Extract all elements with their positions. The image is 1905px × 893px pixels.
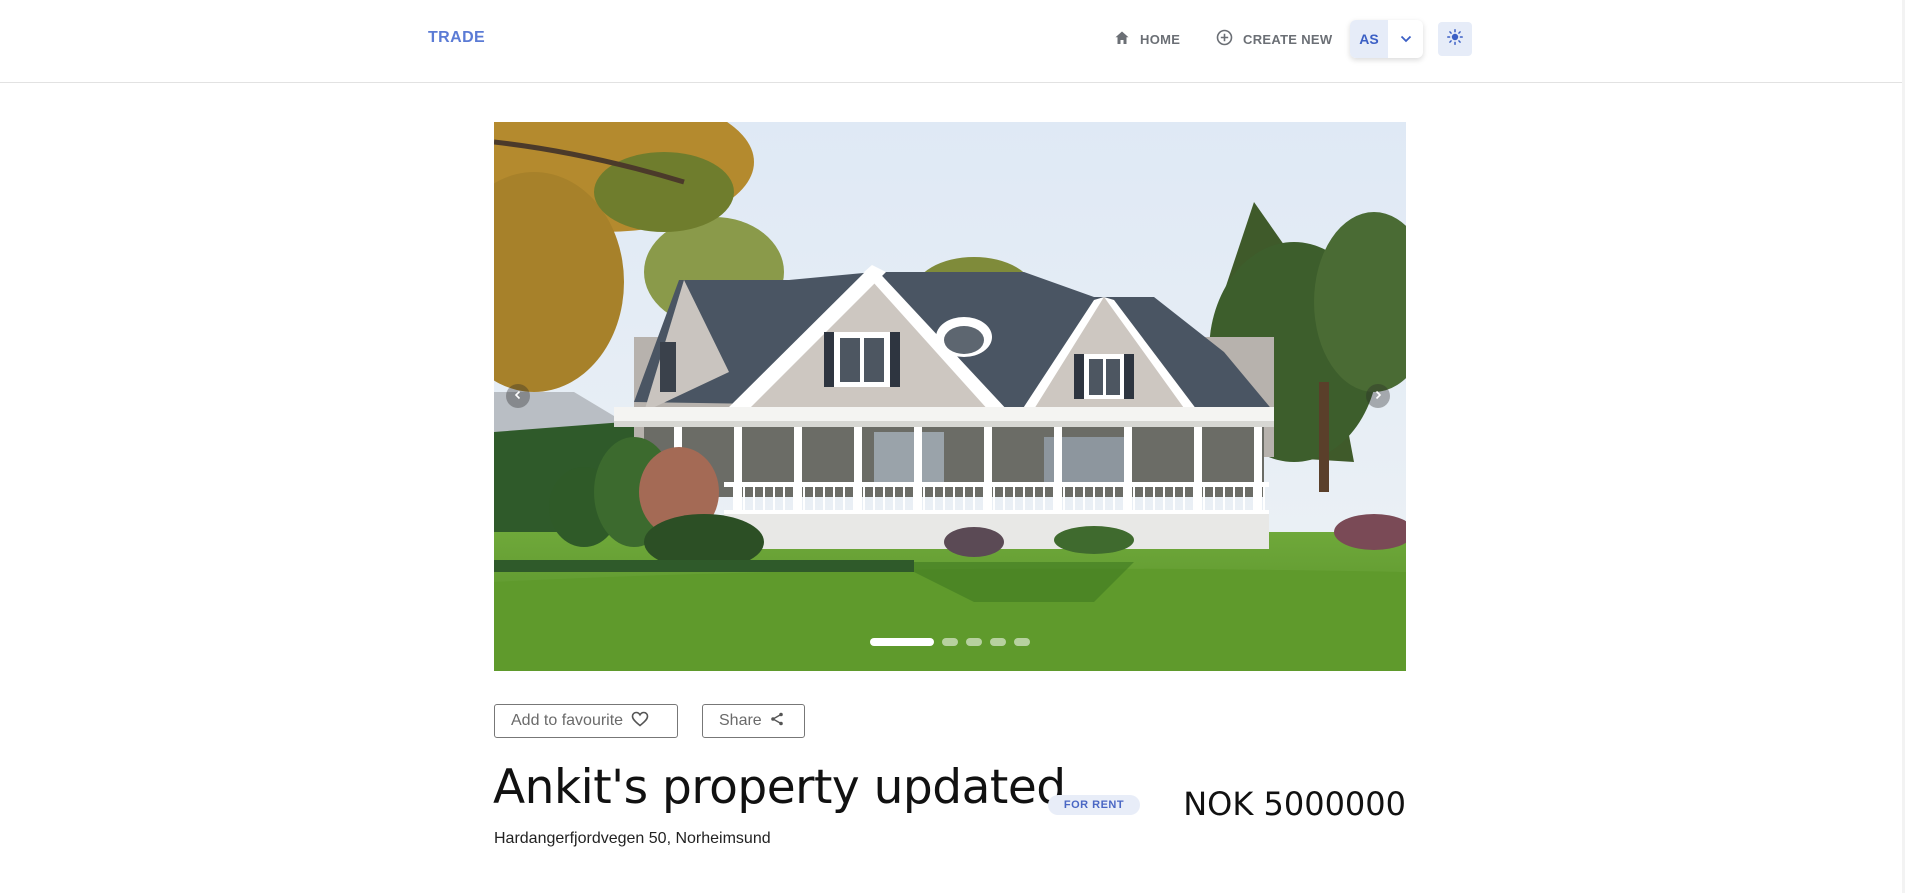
- nav-create-new-label: CREATE NEW: [1243, 31, 1333, 47]
- carousel-prev-button[interactable]: [506, 384, 530, 408]
- nav-create-new-link[interactable]: CREATE NEW: [1216, 26, 1332, 52]
- share-button[interactable]: Share: [702, 704, 805, 738]
- user-menu-button[interactable]: AS: [1350, 20, 1423, 58]
- carousel-indicator-1[interactable]: [870, 638, 934, 646]
- carousel-indicator-5[interactable]: [1014, 638, 1030, 646]
- property-image-carousel[interactable]: [494, 122, 1406, 671]
- share-icon: [770, 712, 784, 731]
- chevron-down-icon: [1388, 20, 1423, 58]
- add-to-favourite-button[interactable]: Add to favourite: [494, 704, 678, 738]
- carousel-next-button[interactable]: [1366, 384, 1390, 408]
- sun-icon: [1447, 28, 1463, 50]
- carousel-indicators: [870, 638, 1030, 646]
- listing-type-badge: FOR RENT: [1048, 795, 1140, 815]
- top-navigation-bar: TRADE HOME CREATE NEW AS: [0, 0, 1905, 83]
- share-label: Share: [719, 712, 762, 729]
- avatar: AS: [1350, 20, 1388, 58]
- brand-logo[interactable]: TRADE: [428, 29, 485, 47]
- property-photo: [494, 122, 1406, 671]
- nav-home-link[interactable]: HOME: [1114, 26, 1180, 52]
- home-icon: [1114, 30, 1130, 49]
- carousel-indicator-3[interactable]: [966, 638, 982, 646]
- add-to-favourite-label: Add to favourite: [511, 712, 624, 729]
- carousel-indicator-4[interactable]: [990, 638, 1006, 646]
- listing-title: Ankit's property updated: [493, 760, 1066, 815]
- nav-home-label: HOME: [1140, 31, 1181, 47]
- theme-toggle-button[interactable]: [1438, 22, 1472, 56]
- heart-icon: [631, 711, 649, 732]
- listing-price: NOK 5000000: [1183, 785, 1406, 823]
- chevron-left-icon: [513, 387, 523, 405]
- listing-address: Hardangerfjordvegen 50, Norheimsund: [494, 830, 771, 847]
- chevron-right-icon: [1373, 387, 1383, 405]
- plus-circle-icon: [1216, 29, 1233, 49]
- carousel-indicator-2[interactable]: [942, 638, 958, 646]
